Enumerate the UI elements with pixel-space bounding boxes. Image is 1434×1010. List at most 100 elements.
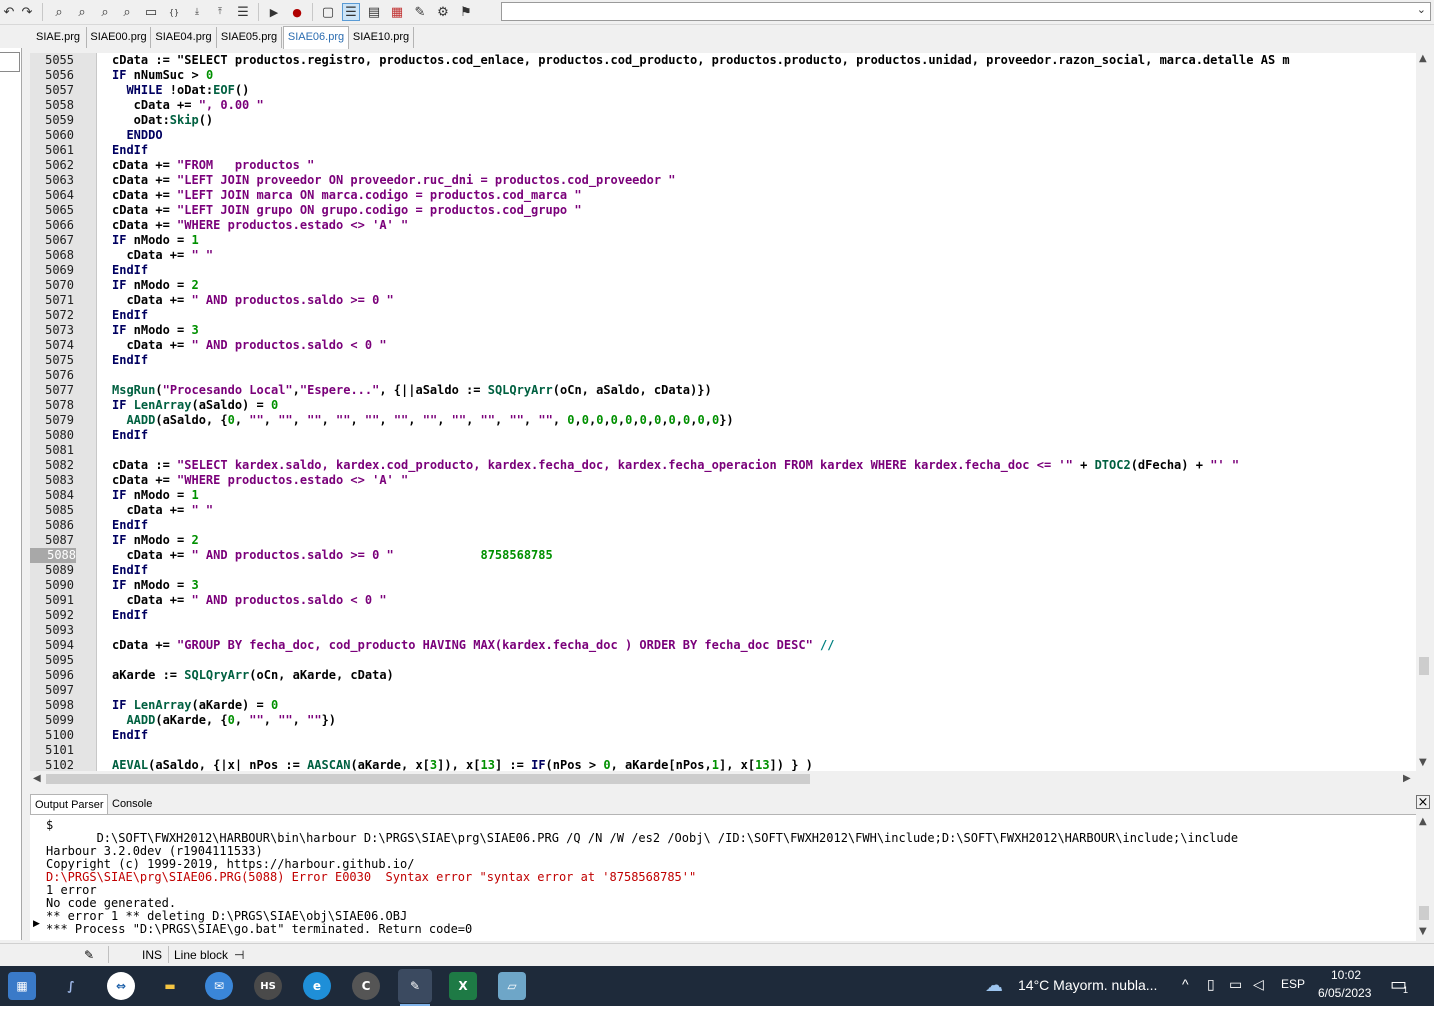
- code-line[interactable]: EndIf: [112, 353, 148, 368]
- language-indicator[interactable]: ESP: [1281, 977, 1305, 991]
- replace-icon[interactable]: ⌕: [118, 3, 136, 21]
- network-icon[interactable]: ▭: [1229, 976, 1242, 993]
- function-combo[interactable]: ⌄: [501, 2, 1431, 21]
- code-line[interactable]: EndIf: [112, 428, 148, 443]
- main-down-icon[interactable]: ⤓: [188, 3, 206, 21]
- chevron-up-icon[interactable]: ^: [1182, 976, 1189, 992]
- code-line[interactable]: cData += " AND productos.saldo >= 0 " 87…: [112, 548, 552, 563]
- volume-icon[interactable]: ◁: [1253, 976, 1264, 993]
- page-icon[interactable]: ▤: [365, 3, 383, 21]
- scroll-up-icon[interactable]: ▲: [1419, 53, 1427, 64]
- chevron-down-icon[interactable]: ⌄: [1417, 3, 1426, 16]
- code-line[interactable]: IF nModo = 1: [112, 488, 199, 503]
- exit-runner-icon[interactable]: ⚑: [457, 3, 475, 21]
- code-line[interactable]: EndIf: [112, 518, 148, 533]
- scroll-thumb[interactable]: [1419, 657, 1429, 675]
- editor-vertical-scrollbar[interactable]: ▲ ▼: [1416, 53, 1432, 771]
- code-line[interactable]: cData += " AND productos.saldo >= 0 ": [112, 293, 393, 308]
- weather-text[interactable]: 14°C Mayorm. nubla...: [1018, 977, 1157, 993]
- code-line[interactable]: EndIf: [112, 263, 148, 278]
- list-icon[interactable]: ☰: [234, 3, 252, 21]
- tab-siae00[interactable]: SIAE00.prg: [87, 27, 151, 48]
- output-panel[interactable]: $ D:\SOFT\FWXH2012\HARBOUR\bin\harbour D…: [30, 814, 1416, 941]
- code-line[interactable]: IF nModo = 3: [112, 578, 199, 593]
- code-line[interactable]: cData += " ": [112, 503, 213, 518]
- outline-icon[interactable]: ☰: [342, 3, 360, 21]
- run-icon[interactable]: ▶: [265, 3, 283, 21]
- editor-horizontal-scrollbar[interactable]: ◀ ▶: [30, 771, 1416, 787]
- teamviewer-icon[interactable]: ⇔: [107, 972, 135, 1000]
- code-line[interactable]: cData += " ": [112, 248, 213, 263]
- dolphin-icon[interactable]: ∫: [57, 972, 85, 1000]
- code-line[interactable]: IF nModo = 1: [112, 233, 199, 248]
- tab-siae[interactable]: SIAE.prg: [30, 27, 87, 48]
- find-icon[interactable]: ⌕: [50, 3, 68, 21]
- code-line[interactable]: IF nNumSuc > 0: [112, 68, 213, 83]
- code-line[interactable]: cData += " AND productos.saldo < 0 ": [112, 593, 386, 608]
- scroll-down-icon[interactable]: ▼: [1419, 926, 1427, 937]
- code-area[interactable]: cData := "SELECT productos.registro, pro…: [112, 53, 1412, 771]
- output-vertical-scrollbar[interactable]: ▲ ▼: [1416, 814, 1432, 940]
- code-line[interactable]: AADD(aSaldo, {0, "", "", "", "", "", "",…: [112, 413, 733, 428]
- code-line[interactable]: EndIf: [112, 143, 148, 158]
- code-line[interactable]: IF nModo = 2: [112, 533, 199, 548]
- scroll-up-icon[interactable]: ▲: [1419, 816, 1427, 827]
- main-up-icon[interactable]: ⤒: [211, 3, 229, 21]
- code-line[interactable]: cData := "SELECT productos.registro, pro…: [112, 53, 1290, 68]
- tab-siae06[interactable]: SIAE06.prg: [283, 26, 349, 49]
- code-line[interactable]: WHILE !oDat:EOF(): [112, 83, 249, 98]
- code-line[interactable]: cData += "LEFT JOIN marca ON marca.codig…: [112, 188, 582, 203]
- calculator-icon[interactable]: ▦: [8, 972, 36, 1000]
- code-line[interactable]: cData += "FROM productos ": [112, 158, 314, 173]
- edge-icon[interactable]: e: [303, 972, 331, 1000]
- tab-output-parser[interactable]: Output Parser: [30, 794, 109, 815]
- code-line[interactable]: EndIf: [112, 608, 148, 623]
- notes-icon[interactable]: ▱: [498, 972, 526, 1000]
- code-line[interactable]: MsgRun("Procesando Local","Espere...", {…: [112, 383, 712, 398]
- window-icon[interactable]: ▢: [319, 3, 337, 21]
- chat-icon[interactable]: ✉: [205, 972, 233, 1000]
- palette-icon[interactable]: ▦: [388, 3, 406, 21]
- code-editor[interactable]: 5055 5056 5057 5058 5059 5060 5061 5062 5063 5064…: [30, 53, 1432, 771]
- code-line[interactable]: EndIf: [112, 563, 148, 578]
- ide-icon[interactable]: ✎: [398, 969, 432, 1003]
- code-line[interactable]: cData += ", 0.00 ": [112, 98, 264, 113]
- scroll-left-icon[interactable]: ◀: [33, 773, 41, 784]
- tab-siae10[interactable]: SIAE10.prg: [349, 27, 414, 48]
- code-line[interactable]: cData := "SELECT kardex.saldo, kardex.co…: [112, 458, 1239, 473]
- scroll-thumb[interactable]: [1419, 906, 1429, 920]
- excel-icon[interactable]: X: [449, 972, 477, 1000]
- code-line[interactable]: aKarde := SQLQryArr(oCn, aKarde, cData): [112, 668, 394, 683]
- code-line[interactable]: AADD(aKarde, {0, "", "", ""}): [112, 713, 336, 728]
- output-line[interactable]: *** Process "D:\PRGS\SIAE\go.bat" termin…: [46, 923, 472, 936]
- open-folder-icon[interactable]: ▭: [142, 3, 160, 21]
- code-line[interactable]: cData += "WHERE productos.estado <> 'A' …: [112, 218, 408, 233]
- code-line[interactable]: EndIf: [112, 308, 148, 323]
- code-line[interactable]: ENDDO: [112, 128, 162, 143]
- code-line[interactable]: cData += "LEFT JOIN proveedor ON proveed…: [112, 173, 676, 188]
- code-line[interactable]: IF nModo = 3: [112, 323, 199, 338]
- code-line[interactable]: EndIf: [112, 728, 148, 743]
- redo-icon[interactable]: ↷: [18, 3, 36, 21]
- code-line[interactable]: IF LenArray(aSaldo) = 0: [112, 398, 278, 413]
- code-line[interactable]: oDat:Skip(): [112, 113, 213, 128]
- hs-icon[interactable]: HS: [254, 972, 282, 1000]
- find-next-icon[interactable]: ⌕: [73, 3, 91, 21]
- code-line[interactable]: cData += "GROUP BY fecha_doc, cod_produc…: [112, 638, 834, 653]
- scroll-right-icon[interactable]: ▶: [1403, 773, 1411, 784]
- record-icon[interactable]: ●: [288, 3, 306, 21]
- file-explorer-icon[interactable]: ▬: [156, 972, 184, 1000]
- tab-siae04[interactable]: SIAE04.prg: [151, 27, 217, 48]
- clock-date[interactable]: 6/05/2023: [1318, 986, 1371, 1000]
- scroll-down-icon[interactable]: ▼: [1419, 757, 1427, 768]
- code-line[interactable]: cData += " AND productos.saldo < 0 ": [112, 338, 386, 353]
- tools-icon[interactable]: ⚙: [434, 3, 452, 21]
- main-brace-icon[interactable]: {}: [165, 3, 183, 21]
- code-line[interactable]: AEVAL(aSaldo, {|x| nPos := AASCAN(aKarde…: [112, 758, 813, 771]
- device-icon[interactable]: ▯: [1207, 976, 1215, 993]
- code-line[interactable]: cData += "LEFT JOIN grupo ON grupo.codig…: [112, 203, 582, 218]
- code-line[interactable]: IF nModo = 2: [112, 278, 199, 293]
- pen-icon[interactable]: ✎: [411, 3, 429, 21]
- tab-siae05[interactable]: SIAE05.prg: [217, 27, 282, 48]
- find-prev-icon[interactable]: ⌕: [96, 3, 114, 21]
